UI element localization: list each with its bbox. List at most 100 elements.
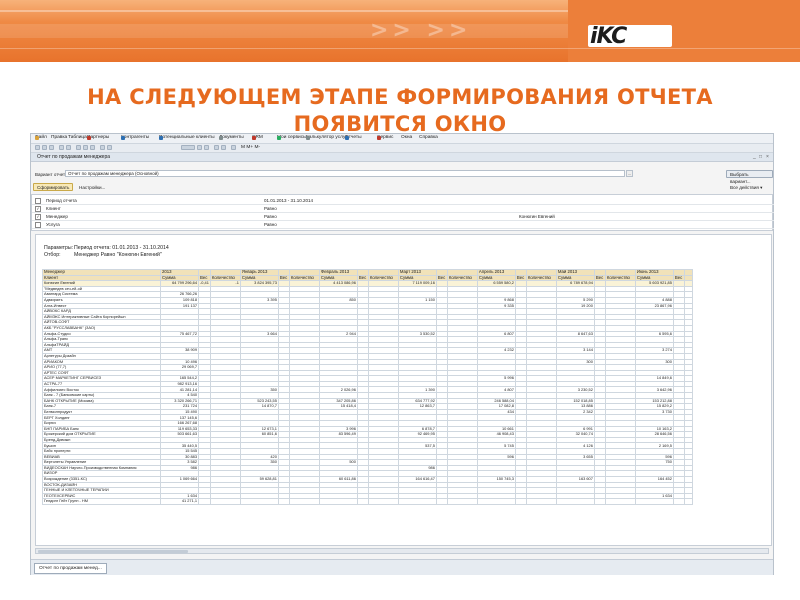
menu-item-label: Потенциальные клиенты	[159, 135, 215, 140]
banner-arrows-decoration: >> >>	[370, 18, 472, 43]
filter-row[interactable]: ✓ Клиент Равно	[32, 205, 774, 213]
menu-item[interactable]: Таблица	[68, 135, 87, 140]
menu-item-label: Справка	[419, 135, 438, 140]
menu-item[interactable]: Правка	[51, 135, 67, 140]
table-cell[interactable]	[514, 498, 527, 505]
filter-condition[interactable]: 01.01.2013 - 31.10.2014	[264, 197, 313, 204]
reports-icon	[345, 136, 349, 140]
copy-icon[interactable]	[83, 145, 88, 150]
params-value: Период отчета: 01.01.2013 - 31.10.2014	[74, 245, 169, 251]
table-cell[interactable]: 41 271,1	[160, 498, 199, 505]
help-icon[interactable]	[231, 145, 236, 150]
status-bar: Отчет по продажам менед...	[31, 559, 773, 575]
menu-item[interactable]: Файл	[35, 135, 47, 140]
table-cell[interactable]: Гелдинг Гейт Групп - НМ	[42, 498, 161, 505]
table-cell[interactable]	[435, 498, 448, 505]
variant-label: Вариант отчета:	[35, 172, 69, 177]
table-cell[interactable]	[356, 498, 369, 505]
memory-buttons[interactable]: M M+ M-	[241, 145, 260, 150]
close-icon[interactable]: ×	[766, 154, 769, 160]
table-cell[interactable]	[476, 498, 516, 505]
maximize-icon[interactable]: □	[759, 154, 762, 160]
table-cell[interactable]	[288, 498, 320, 505]
banner-stripe	[0, 24, 640, 38]
filter-row[interactable]: Период отчета 01.01.2013 - 31.10.2014	[32, 197, 774, 205]
preview-icon[interactable]	[66, 145, 71, 150]
menu-item[interactable]: Документы	[219, 135, 244, 140]
table-cell[interactable]	[397, 498, 437, 505]
table-cell[interactable]	[555, 498, 595, 505]
all-actions-menu[interactable]: Все действия ▾	[726, 183, 766, 191]
table-cell[interactable]	[318, 498, 358, 505]
filter-name: Клиент	[46, 206, 61, 211]
table-cell[interactable]	[604, 498, 636, 505]
redo-icon[interactable]	[107, 145, 112, 150]
menu-item[interactable]: Отчеты	[345, 135, 362, 140]
document-title: Отчет по продажам менеджера	[37, 154, 111, 160]
variant-field[interactable]: Отчет по продажам менеджера (Основной)	[65, 170, 625, 177]
filter-value: Менеджер Равно "Конюгин Евгений"	[74, 251, 162, 258]
calc-icon[interactable]	[221, 145, 226, 150]
menu-item[interactable]: Потенциальные клиенты	[159, 135, 215, 140]
filter-name: Менеджер	[46, 214, 68, 219]
table-cell[interactable]	[367, 498, 399, 505]
menu-item[interactable]: Справка	[419, 135, 438, 140]
document-title-bar: Отчет по продажам менеджера _ □ ×	[31, 153, 773, 162]
table-cell[interactable]: -0,41	[198, 280, 211, 287]
open-icon[interactable]	[42, 145, 47, 150]
calendar-icon[interactable]	[214, 145, 219, 150]
find-next-icon[interactable]	[204, 145, 209, 150]
table-cell[interactable]	[634, 498, 674, 505]
table-cell[interactable]	[239, 498, 279, 505]
menu-item[interactable]: Мои сервисы	[277, 135, 307, 140]
table-cell[interactable]	[683, 498, 693, 505]
find-icon[interactable]	[197, 145, 202, 150]
table-cell[interactable]	[209, 498, 241, 505]
generate-button[interactable]: Сформировать	[33, 183, 74, 191]
company-logo: iKC	[590, 24, 627, 49]
filter-condition[interactable]: Равно	[264, 205, 277, 212]
filter-condition[interactable]: Равно	[264, 221, 277, 228]
menu-item[interactable]: Калькулятор услуг	[306, 135, 347, 140]
filter-row[interactable]: Услуга Равно	[32, 221, 774, 229]
menu-item[interactable]: Окна	[401, 135, 412, 140]
filter-checkbox[interactable]	[35, 198, 41, 204]
horizontal-scrollbar[interactable]	[35, 548, 769, 554]
report-area: Параметры:Период отчета: 01.01.2013 - 31…	[35, 234, 772, 546]
save-icon[interactable]	[49, 145, 54, 150]
menu-item[interactable]: Контрагенты	[121, 135, 149, 140]
table-row[interactable]: Гелдинг Гейт Групп - НМ 41 271,1	[42, 498, 693, 505]
undo-icon[interactable]	[100, 145, 105, 150]
menu-item[interactable]: Партнеры	[87, 135, 109, 140]
filters-panel: Период отчета 01.01.2013 - 31.10.2014 ✓ Кли…	[31, 194, 774, 231]
print-icon[interactable]	[59, 145, 64, 150]
filter-checkbox[interactable]	[35, 222, 41, 228]
table-cell[interactable]	[593, 498, 606, 505]
settings-button[interactable]: Настройки...	[75, 183, 109, 191]
logo-area: iKC	[568, 0, 800, 62]
open-window-tab[interactable]: Отчет по продажам менед...	[34, 563, 107, 574]
paste-icon[interactable]	[90, 145, 95, 150]
menu-item[interactable]: CRM	[252, 135, 263, 140]
choose-variant-button[interactable]: Выбрать вариант...	[726, 170, 773, 184]
header-banner: >> >> iKC	[0, 0, 800, 62]
filter-condition[interactable]: Равно	[264, 213, 277, 220]
filter-value[interactable]: Конюгин Евгений	[519, 213, 555, 220]
search-field[interactable]	[181, 145, 195, 150]
filter-checkbox[interactable]: ✓	[35, 214, 41, 220]
new-icon[interactable]	[35, 145, 40, 150]
table-cell[interactable]	[446, 498, 478, 505]
table-cell[interactable]	[277, 498, 290, 505]
menu-item[interactable]: Сервис	[377, 135, 393, 140]
slide-heading: НА СЛЕДУЮЩЕМ ЭТАПЕ ФОРМИРОВАНИЯ ОТЧЕТА П…	[60, 84, 740, 138]
filter-row[interactable]: ✓ Менеджер Равно Конюгин Евгений	[32, 213, 774, 221]
table-cell[interactable]	[525, 498, 557, 505]
table-cell[interactable]	[198, 498, 211, 505]
filter-label: Отбор:	[44, 251, 61, 258]
scrollbar-thumb[interactable]	[38, 550, 188, 553]
cut-icon[interactable]	[76, 145, 81, 150]
table-cell[interactable]	[672, 498, 685, 505]
variant-select-icon[interactable]: …	[626, 170, 633, 177]
minimize-icon[interactable]: _	[753, 154, 756, 160]
filter-checkbox[interactable]: ✓	[35, 206, 41, 212]
